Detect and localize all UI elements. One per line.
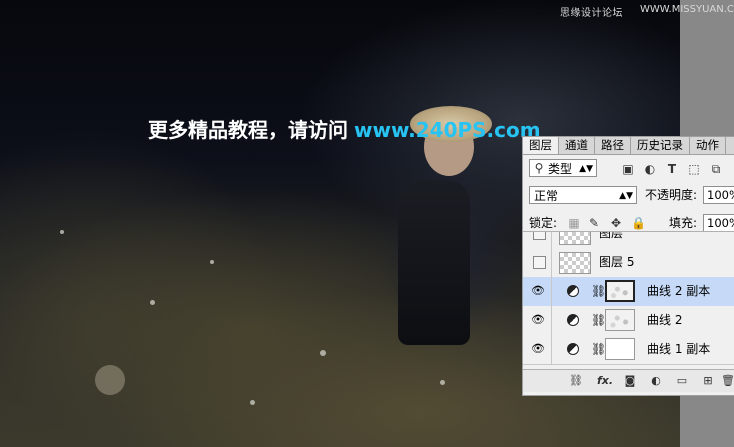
flower xyxy=(150,300,155,305)
layer-filter-value: 类型 xyxy=(548,162,573,176)
visibility-toggle[interactable] xyxy=(533,232,546,240)
promo-banner: 更多精品教程，请访问 www.240PS.com xyxy=(148,117,541,143)
layers-list: 图层 图层 5 👁 ⛓ 曲线 2 副本 👁 ⛓ 曲线 2 👁 ⛓ 曲线 1 副本 xyxy=(523,231,734,370)
trash-icon[interactable]: 🗑 xyxy=(721,374,734,388)
smart-object-filter-icon[interactable]: ⧉ xyxy=(709,162,723,176)
tab-history[interactable]: 历史记录 xyxy=(631,137,690,154)
chain-link-icon[interactable]: ⛓ xyxy=(591,284,606,298)
panel-bottom-toolbar: ⛓ fx. ◙ ◐ ▭ ⊞ 🗑 xyxy=(523,369,734,392)
flower xyxy=(210,260,214,264)
curves-adjustment-icon xyxy=(567,314,579,326)
divider xyxy=(551,335,552,364)
layer-row[interactable]: 👁 ⛓ 曲线 2 xyxy=(523,306,734,336)
layer-mask-thumbnail[interactable] xyxy=(605,338,635,360)
fill-label: 填充: xyxy=(669,216,698,230)
layer-mask-thumbnail[interactable] xyxy=(605,280,635,302)
link-icon[interactable]: ⛓ xyxy=(569,374,583,388)
blend-row: 正常 ▲▼ 不透明度: 100% xyxy=(523,186,734,206)
flower xyxy=(60,230,64,234)
tab-actions[interactable]: 动作 xyxy=(690,137,726,154)
divider xyxy=(551,306,552,335)
filter-row: ⚲ 类型 ▲▼ ▣ ◐ T ⬚ ⧉ xyxy=(523,159,734,179)
eye-icon[interactable]: 👁 xyxy=(531,284,545,298)
chain-link-icon[interactable]: ⛓ xyxy=(591,342,606,356)
fill-input[interactable]: 100% xyxy=(703,214,734,232)
layer-name: 图层 xyxy=(599,231,624,240)
watermark-right: WWW.MISSYUAN.COM xyxy=(640,4,734,15)
layer-name: 曲线 2 副本 xyxy=(647,284,711,298)
blend-mode-value: 正常 xyxy=(534,189,559,203)
blend-mode-select[interactable]: 正常 ▲▼ xyxy=(529,186,637,204)
opacity-label: 不透明度: xyxy=(645,188,698,202)
layer-row[interactable]: 图层 5 xyxy=(523,248,734,278)
lock-label: 锁定: xyxy=(529,216,558,230)
eye-icon[interactable]: 👁 xyxy=(531,342,545,356)
tab-paths[interactable]: 路径 xyxy=(595,137,631,154)
folder-icon[interactable]: ▭ xyxy=(675,374,689,388)
banner-text: 更多精品教程，请访问 xyxy=(148,118,348,142)
banner-url[interactable]: www.240PS.com xyxy=(354,118,541,142)
tab-channels[interactable]: 通道 xyxy=(559,137,595,154)
mask-icon[interactable]: ◙ xyxy=(623,374,637,388)
chevron-updown-icon: ▲▼ xyxy=(579,164,593,174)
text-filter-icon[interactable]: T xyxy=(665,162,679,176)
layer-row[interactable]: 👁 ⛓ 曲线 1 副本 xyxy=(523,335,734,365)
panel-tabs: 图层 通道 路径 历史记录 动作 xyxy=(523,137,734,155)
flower xyxy=(440,380,445,385)
opacity-input[interactable]: 100% xyxy=(703,186,734,204)
layer-name: 曲线 1 副本 xyxy=(647,342,711,356)
divider xyxy=(551,232,552,248)
layer-row-selected[interactable]: 👁 ⛓ 曲线 2 副本 xyxy=(523,277,734,307)
search-icon: ⚲ xyxy=(534,161,544,175)
adjustment-filter-icon[interactable]: ◐ xyxy=(643,162,657,176)
layers-panel: 图层 通道 路径 历史记录 动作 ⚲ 类型 ▲▼ ▣ ◐ T ⬚ ⧉ 正常 ▲▼… xyxy=(522,136,734,396)
visibility-toggle[interactable] xyxy=(533,256,546,269)
shape-filter-icon[interactable]: ⬚ xyxy=(687,162,701,176)
layer-thumbnail xyxy=(559,232,591,245)
layer-thumbnail xyxy=(559,252,591,274)
adjustment-icon[interactable]: ◐ xyxy=(649,374,663,388)
chevron-updown-icon: ▲▼ xyxy=(619,191,633,201)
image-filter-icon[interactable]: ▣ xyxy=(621,162,635,176)
lock-transparent-icon[interactable]: ▦ xyxy=(567,216,581,230)
curves-adjustment-icon xyxy=(567,285,579,297)
eye-icon[interactable]: 👁 xyxy=(531,313,545,327)
lock-brush-icon[interactable]: ✎ xyxy=(587,216,601,230)
flower xyxy=(320,350,326,356)
blur-flower xyxy=(95,365,125,395)
fx-icon[interactable]: fx. xyxy=(595,374,615,388)
girl-figure xyxy=(398,180,470,345)
new-layer-icon[interactable]: ⊞ xyxy=(701,374,715,388)
layer-name: 曲线 2 xyxy=(647,313,683,327)
flower xyxy=(250,400,255,405)
layer-mask-thumbnail[interactable] xyxy=(605,309,635,331)
layer-row[interactable]: 图层 xyxy=(523,231,734,249)
divider xyxy=(551,248,552,277)
chain-link-icon[interactable]: ⛓ xyxy=(591,313,606,327)
lock-move-icon[interactable]: ✥ xyxy=(609,216,623,230)
divider xyxy=(551,277,552,306)
layer-name: 图层 5 xyxy=(599,255,635,269)
curves-adjustment-icon xyxy=(567,343,579,355)
watermark-left: 思缘设计论坛 xyxy=(560,8,623,19)
lock-all-icon[interactable]: 🔒 xyxy=(631,216,646,230)
tab-layers[interactable]: 图层 xyxy=(523,137,559,154)
layer-filter-select[interactable]: ⚲ 类型 ▲▼ xyxy=(529,159,597,177)
